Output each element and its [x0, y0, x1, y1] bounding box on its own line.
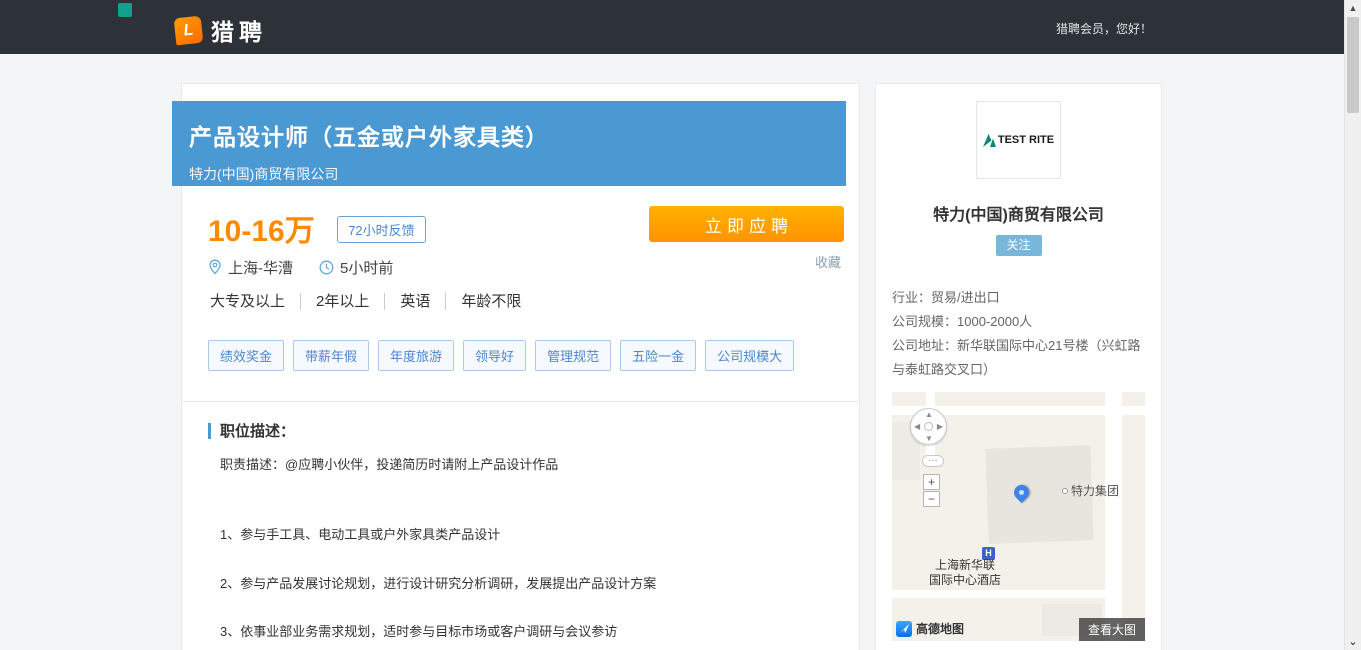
- pan-left-icon[interactable]: ◀: [914, 422, 920, 431]
- apply-now-button[interactable]: 立即应聘: [649, 206, 844, 242]
- feedback-time-badge: 72小时反馈: [337, 216, 425, 243]
- job-title-banner: 产品设计师（五金或户外家具类） 特力(中国)商贸有限公司: [172, 101, 846, 186]
- description-line: 2、参与产品发展讨论规划，进行设计研究分析调研，发展提出产品设计方案: [220, 576, 844, 591]
- section-marker-bar: [208, 423, 211, 439]
- section-divider: [182, 401, 859, 402]
- company-logo: TEST RITE: [976, 101, 1061, 179]
- job-company-name: 特力(中国)商贸有限公司: [189, 164, 846, 184]
- requirement-education: 大专及以上: [208, 293, 301, 310]
- company-info-list: 行业：贸易/进出口 公司规模：1000-2000人 公司地址：新华联国际中心21…: [876, 286, 1161, 382]
- description-line: 职责描述：@应聘小伙伴，投递简历时请附上产品设计作品: [220, 457, 844, 472]
- map-road: [892, 590, 1105, 598]
- map-more-control[interactable]: ···: [922, 455, 944, 467]
- welfare-tag: 绩效奖金: [208, 340, 284, 371]
- pan-right-icon[interactable]: ▶: [937, 422, 943, 431]
- job-detail-card: 产品设计师（五金或户外家具类） 特力(中国)商贸有限公司 10-16万 72小时…: [181, 83, 860, 650]
- clock-icon: [319, 260, 334, 275]
- favorite-link[interactable]: 收藏: [815, 252, 841, 271]
- view-large-map-button[interactable]: 查看大图: [1079, 618, 1145, 641]
- welfare-tag: 领导好: [463, 340, 526, 371]
- scrollbar-thumb[interactable]: [1347, 17, 1359, 113]
- map-zoom-out-button[interactable]: −: [923, 491, 940, 507]
- pan-center-icon[interactable]: [924, 422, 933, 431]
- company-name: 特力(中国)商贸有限公司: [876, 201, 1161, 225]
- welfare-tag: 公司规模大: [705, 340, 794, 371]
- page-scrollbar[interactable]: ▲ ⌄: [1344, 0, 1361, 650]
- map-provider-text: 高德地图: [916, 620, 964, 637]
- top-header-bar: L 猎聘 猎聘会员，您好！: [0, 0, 1361, 54]
- welfare-tag: 带薪年假: [293, 340, 369, 371]
- scrollbar-up-icon[interactable]: ▲: [1345, 3, 1361, 13]
- job-requirements: 大专及以上2年以上英语年龄不限: [208, 290, 844, 308]
- liepin-logo-icon: L: [174, 15, 204, 45]
- map-provider-logo: 高德地图: [896, 620, 964, 637]
- welfare-tag: 年度旅游: [378, 340, 454, 371]
- salary-range: 10-16万: [208, 206, 315, 250]
- requirement-age: 年龄不限: [446, 293, 536, 310]
- job-posted-time: 5小时前: [319, 257, 393, 278]
- testrite-logo-mark-icon: [983, 134, 996, 147]
- pan-up-icon[interactable]: ▲: [925, 410, 933, 419]
- poi-dot-icon: [1062, 488, 1068, 494]
- map-zoom-in-button[interactable]: +: [923, 474, 940, 490]
- user-greeting: 猎聘会员，您好！: [1056, 20, 1152, 37]
- welfare-tags: 绩效奖金 带薪年假 年度旅游 领导好 管理规范 五险一金 公司规模大: [208, 340, 844, 371]
- map-pan-control[interactable]: ▲ ▼ ◀ ▶: [910, 408, 947, 445]
- welfare-tag: 管理规范: [535, 340, 611, 371]
- follow-button[interactable]: 关注: [996, 235, 1042, 256]
- scrollbar-down-icon[interactable]: ⌄: [1345, 635, 1361, 648]
- company-logo-text: TEST RITE: [998, 134, 1054, 146]
- job-description-body: 职责描述：@应聘小伙伴，投递简历时请附上产品设计作品 1、参与手工具、电动工具或…: [208, 457, 844, 639]
- description-line: 1、参与手工具、电动工具或户外家具类产品设计: [220, 527, 844, 542]
- hotel-poi-label: 上海新华联 国际中心酒店: [920, 558, 1010, 588]
- company-location-map[interactable]: ▲ ▼ ◀ ▶ ··· + − 特力集团 H 上海新华联 国际中心酒店 高德地图…: [892, 392, 1145, 641]
- browser-badge-icon: [118, 3, 132, 17]
- company-panel: TEST RITE 特力(中国)商贸有限公司 关注 行业：贸易/进出口 公司规模…: [875, 83, 1162, 650]
- requirement-experience: 2年以上: [301, 293, 385, 310]
- description-line: 3、依事业部业务需求规划，适时参与目标市场或客户调研与会议参访: [220, 624, 844, 639]
- welfare-tag: 五险一金: [620, 340, 696, 371]
- job-title: 产品设计师（五金或户外家具类）: [189, 118, 846, 152]
- location-pin-icon: [208, 259, 222, 275]
- map-poi-label: 特力集团: [1062, 482, 1119, 499]
- company-industry: 行业：贸易/进出口: [892, 286, 1145, 310]
- company-address: 公司地址：新华联国际中心21号楼（兴虹路与泰虹路交叉口）: [892, 334, 1145, 382]
- company-size: 公司规模：1000-2000人: [892, 310, 1145, 334]
- liepin-logo-text: 猎聘: [211, 13, 267, 47]
- requirement-language: 英语: [385, 293, 446, 310]
- job-description-heading: 职位描述：: [220, 420, 295, 441]
- map-road: [1105, 392, 1122, 641]
- job-location: 上海-华漕: [208, 257, 293, 278]
- amap-icon: [896, 621, 912, 637]
- pan-down-icon[interactable]: ▼: [925, 434, 933, 443]
- liepin-logo[interactable]: L 猎聘: [175, 13, 267, 47]
